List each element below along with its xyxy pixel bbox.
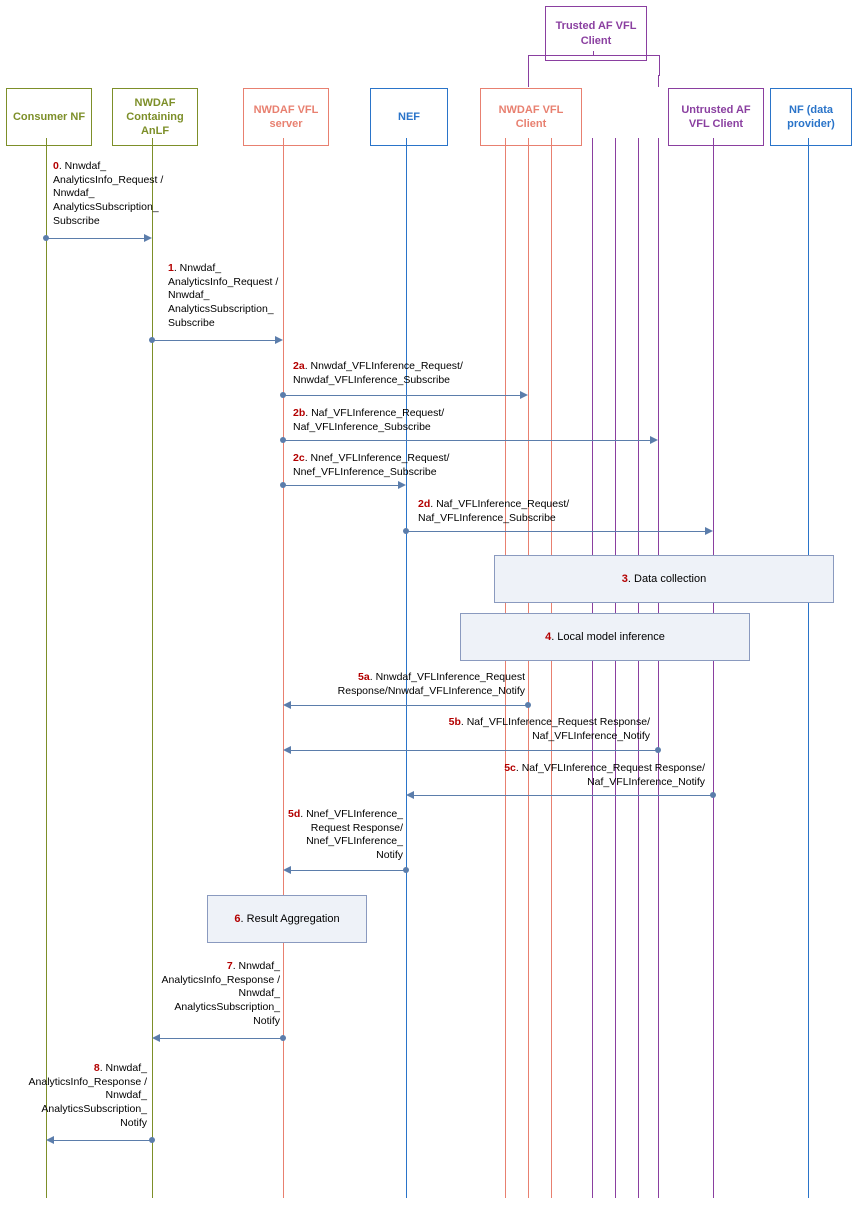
participant-label: Consumer NF	[13, 110, 85, 124]
lifeline-trusted-b	[615, 138, 616, 1198]
msg-5a-label: 5a. Nnwdaf_VFLInference_Request Response…	[295, 671, 525, 698]
arrow-5a	[291, 705, 528, 706]
participant-nwdaf-anlf: NWDAF Containing AnLF	[112, 88, 198, 146]
step-number: 5c	[504, 762, 516, 774]
step-number: 2b	[293, 407, 305, 419]
lifeline-vflclient	[505, 138, 506, 1198]
msg-text: . Naf_VFLInference_Request Response/ Naf…	[516, 762, 705, 788]
participant-nef: NEF	[370, 88, 448, 146]
msg-text: . Nnwdaf_ AnalyticsInfo_Request / Nnwdaf…	[168, 262, 278, 329]
msg-2b-label: 2b. Naf_VFLInference_Request/ Naf_VFLInf…	[293, 407, 523, 434]
lifeline-untrusted	[713, 138, 714, 1198]
note-result-aggregation: 6. Result Aggregation	[207, 895, 367, 943]
arrow-5c	[414, 795, 713, 796]
msg-7-label: 7. Nnwdaf_ AnalyticsInfo_Response / Nnwd…	[155, 960, 280, 1028]
arrow-2a-head	[520, 391, 528, 399]
note-text: . Data collection	[628, 573, 706, 585]
arrow-0-head	[144, 234, 152, 242]
participant-consumer-nf: Consumer NF	[6, 88, 92, 146]
lifeline-nef	[406, 138, 407, 1198]
lifeline-nf	[808, 138, 809, 1198]
msg-text: . Nnwdaf_ AnalyticsInfo_Response / Nnwda…	[29, 1062, 147, 1129]
participant-untrusted-af: Untrusted AF VFL Client	[668, 88, 764, 146]
participant-label: NEF	[398, 110, 420, 124]
msg-text: . Nnef_VFLInference_ Request Response/ N…	[300, 808, 403, 861]
lifeline-consumer	[46, 138, 47, 1198]
arrow-5d	[291, 870, 406, 871]
participant-label: NWDAF VFL server	[246, 103, 326, 132]
note-text: . Result Aggregation	[241, 913, 340, 925]
msg-text: . Nnwdaf_ AnalyticsInfo_Request / Nnwdaf…	[53, 160, 163, 227]
participant-label: NF (data provider)	[773, 103, 849, 132]
lifeline-vflclient-c	[551, 138, 552, 1198]
msg-5c-label: 5c. Naf_VFLInference_Request Response/ N…	[460, 762, 705, 789]
lifeline-trusted-d	[658, 138, 659, 1198]
trusted-leg-right	[658, 75, 659, 87]
step-number: 5a	[358, 671, 370, 683]
participant-vfl-client: NWDAF VFL Client	[480, 88, 582, 146]
arrow-0	[46, 238, 144, 239]
lifeline-trusted-a	[592, 138, 593, 1198]
msg-8-label: 8. Nnwdaf_ AnalyticsInfo_Response / Nnwd…	[22, 1062, 147, 1130]
msg-text: . Naf_VFLInference_Request Response/ Naf…	[461, 716, 650, 742]
arrow-8	[54, 1140, 152, 1141]
note-data-collection: 3. Data collection	[494, 555, 834, 603]
arrow-7-head	[152, 1034, 160, 1042]
arrow-7	[160, 1038, 283, 1039]
participant-nf-data-provider: NF (data provider)	[770, 88, 852, 146]
arrow-5d-head	[283, 866, 291, 874]
msg-2d-label: 2d. Naf_VFLInference_Request/ Naf_VFLInf…	[418, 498, 648, 525]
participant-vfl-server: NWDAF VFL server	[243, 88, 329, 146]
msg-text: . Naf_VFLInference_Request/ Naf_VFLInfer…	[418, 498, 569, 524]
trusted-leg-center	[593, 51, 594, 55]
lifeline-vflclient-b	[528, 138, 529, 1198]
msg-text: . Naf_VFLInference_Request/ Naf_VFLInfer…	[293, 407, 444, 433]
trusted-bracket	[528, 55, 660, 76]
participant-label: NWDAF Containing AnLF	[115, 96, 195, 139]
msg-text: . Nnwdaf_VFLInference_Request/ Nnwdaf_VF…	[293, 360, 463, 386]
note-local-inference: 4. Local model inference	[460, 613, 750, 661]
step-number: 2c	[293, 452, 305, 464]
arrow-2c-head	[398, 481, 406, 489]
arrow-5b	[291, 750, 658, 751]
participant-trusted-af: Trusted AF VFL Client	[545, 6, 647, 61]
step-number: 2d	[418, 498, 430, 510]
arrow-2b	[283, 440, 650, 441]
lifeline-trusted-c	[638, 138, 639, 1198]
msg-0-label: 0. Nnwdaf_ AnalyticsInfo_Request / Nnwda…	[53, 160, 183, 228]
msg-2a-label: 2a. Nnwdaf_VFLInference_Request/ Nnwdaf_…	[293, 360, 523, 387]
trusted-leg-left	[528, 75, 529, 87]
arrow-2d-head	[705, 527, 713, 535]
note-text: . Local model inference	[551, 631, 665, 643]
msg-text: . Nnef_VFLInference_Request/ Nnef_VFLInf…	[293, 452, 449, 478]
arrow-5b-head	[283, 746, 291, 754]
msg-1-label: 1. Nnwdaf_ AnalyticsInfo_Request / Nnwda…	[168, 262, 308, 330]
participant-label: Untrusted AF VFL Client	[671, 103, 761, 132]
arrow-2a	[283, 395, 520, 396]
arrow-2d	[406, 531, 705, 532]
step-number: 5b	[449, 716, 461, 728]
participant-label: Trusted AF VFL Client	[548, 19, 644, 48]
arrow-1	[152, 340, 275, 341]
arrow-8-head	[46, 1136, 54, 1144]
msg-5d-label: 5d. Nnef_VFLInference_ Request Response/…	[278, 808, 403, 863]
arrow-1-head	[275, 336, 283, 344]
participant-label: NWDAF VFL Client	[483, 103, 579, 132]
arrow-2b-head	[650, 436, 658, 444]
arrow-2c	[283, 485, 398, 486]
arrow-5c-head	[406, 791, 414, 799]
msg-2c-label: 2c. Nnef_VFLInference_Request/ Nnef_VFLI…	[293, 452, 523, 479]
msg-5b-label: 5b. Naf_VFLInference_Request Response/ N…	[420, 716, 650, 743]
msg-text: . Nnwdaf_ AnalyticsInfo_Response / Nnwda…	[162, 960, 280, 1027]
step-number: 5d	[288, 808, 300, 820]
arrow-5a-head	[283, 701, 291, 709]
step-number: 2a	[293, 360, 305, 372]
